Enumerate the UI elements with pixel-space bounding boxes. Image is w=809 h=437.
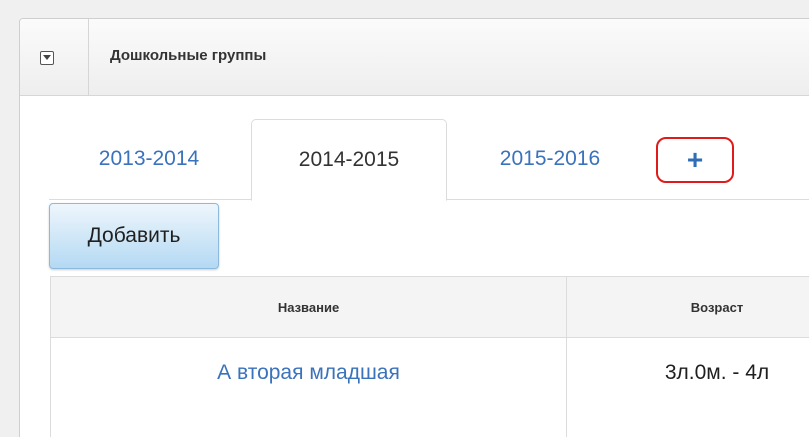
group-age-value: 3л.0м. - 4л [664,361,770,384]
panel-header: Дошкольные группы [20,19,809,96]
table-row: А вторая младшая 3л.0м. - 4л [50,337,809,437]
collapse-cell [20,19,89,95]
add-button[interactable]: Добавить [49,203,219,269]
group-name-link[interactable]: А вторая младшая [51,361,566,385]
chevron-down-icon[interactable] [40,51,54,65]
page: Дошкольные группы 2013-2014 2014-2015 20… [0,0,809,437]
panel-body: 2013-2014 2014-2015 2015-2016 + Добавить… [20,96,809,437]
preschool-groups-panel: Дошкольные группы 2013-2014 2014-2015 20… [19,18,809,437]
table-header: Название Возраст [50,276,809,338]
column-header-name[interactable]: Название [51,277,566,337]
tab-2014-2015[interactable]: 2014-2015 [251,119,447,201]
chevron-down-glyph [43,55,51,60]
column-header-age[interactable]: Возраст [567,277,809,337]
row-divider [566,337,567,437]
panel-title: Дошкольные группы [110,47,267,64]
year-tabs: 2013-2014 2014-2015 2015-2016 + [49,119,809,201]
add-tab-button[interactable]: + [656,137,734,183]
tab-2013-2014[interactable]: 2013-2014 [49,119,249,199]
tab-2015-2016[interactable]: 2015-2016 [455,119,645,199]
